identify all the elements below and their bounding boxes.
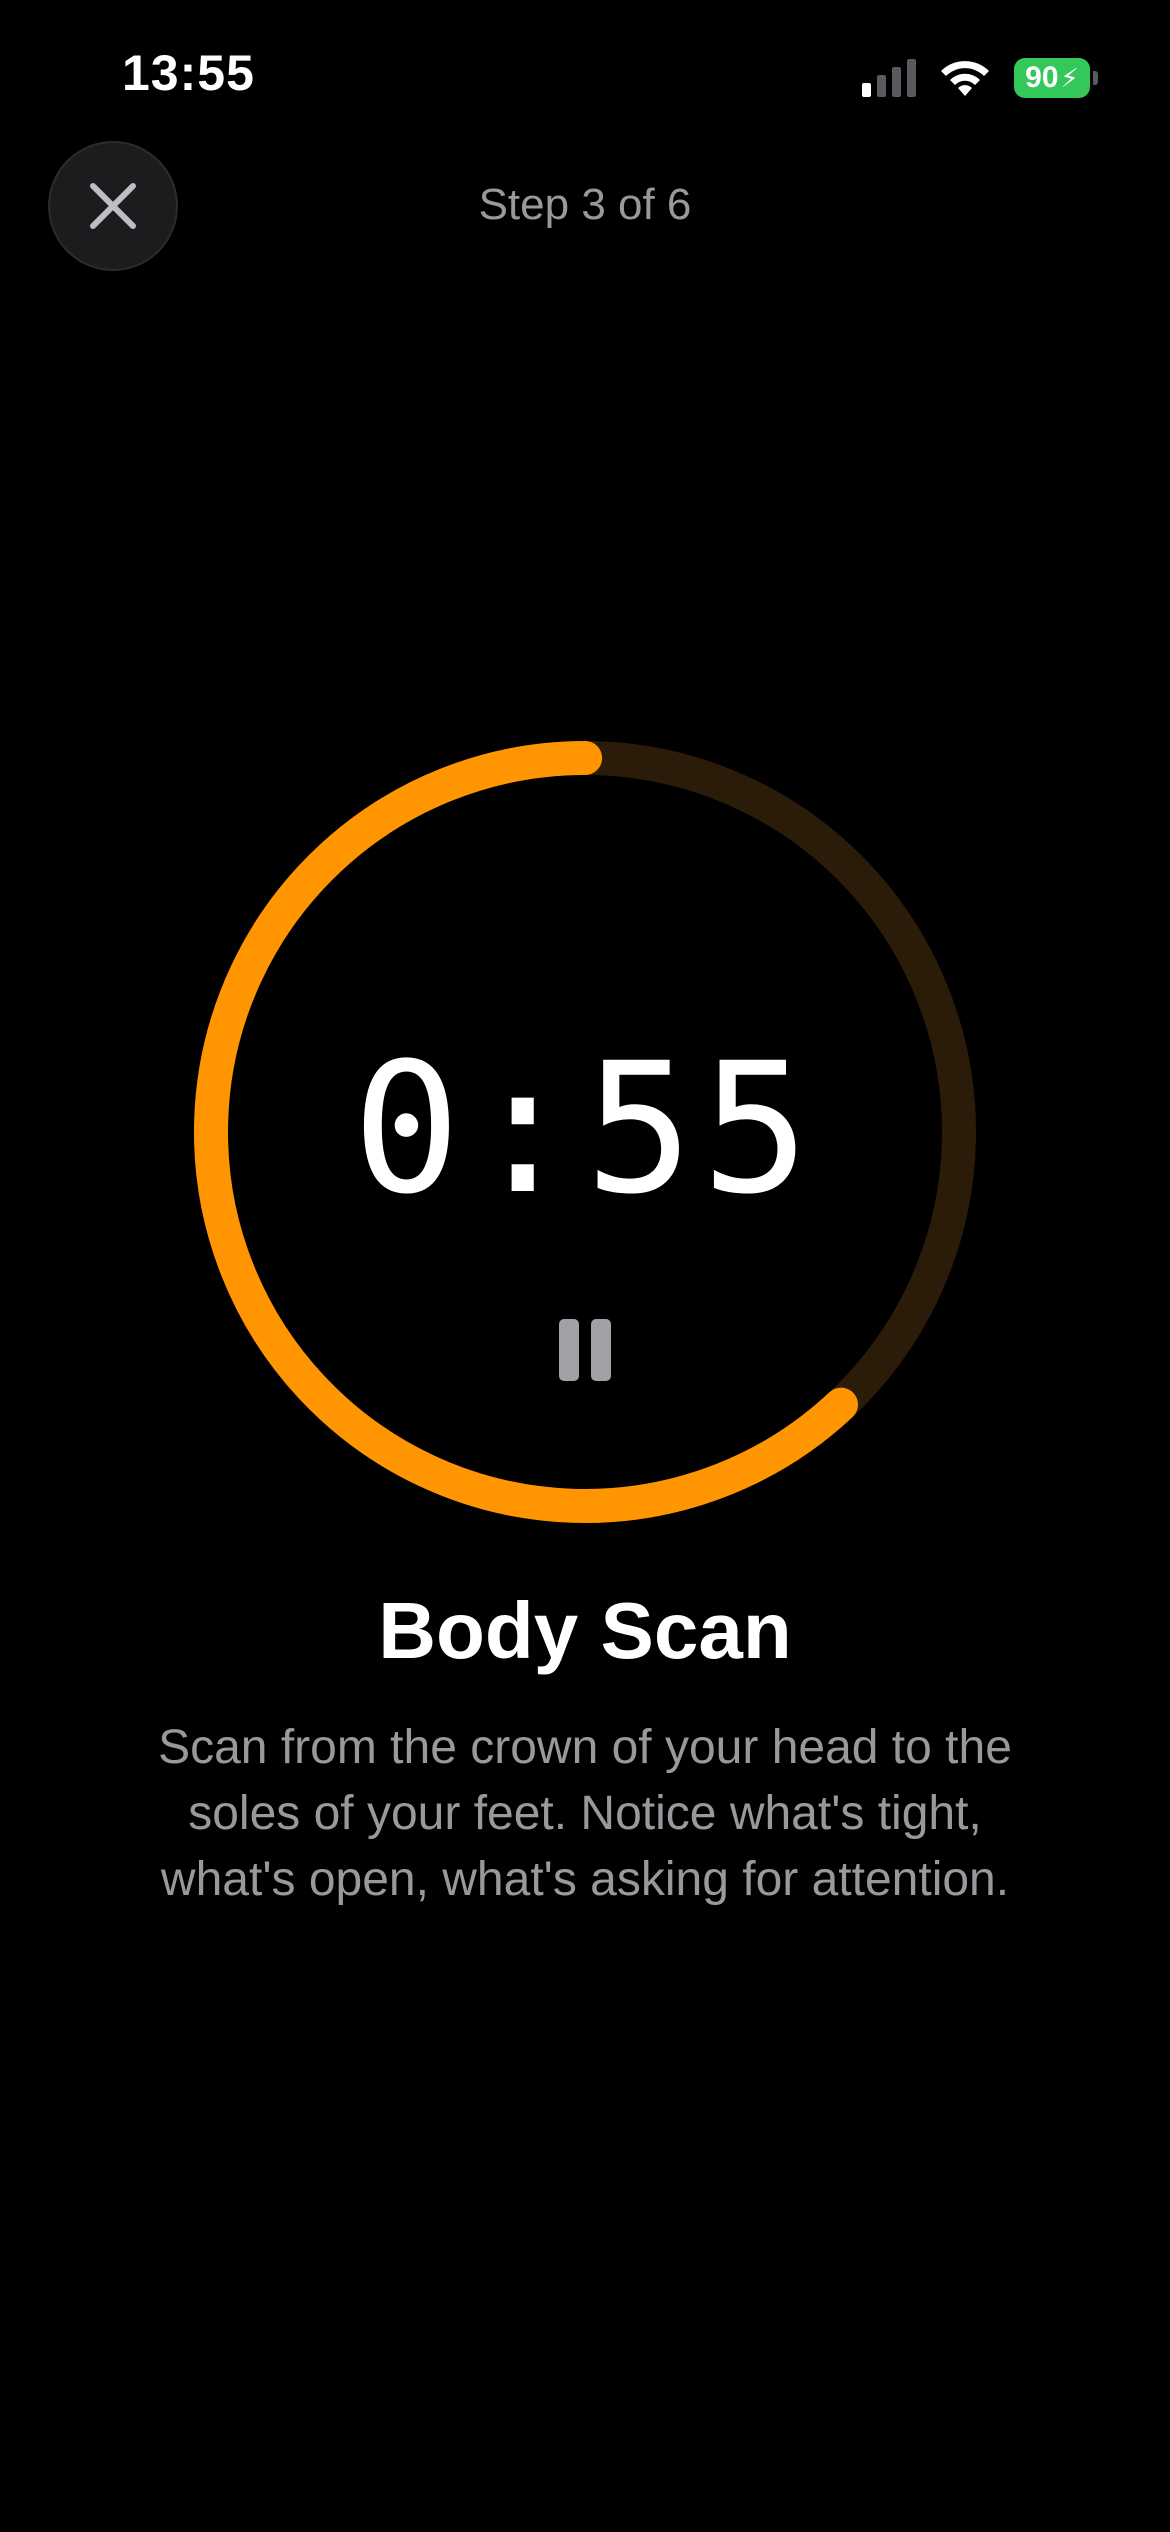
pause-icon xyxy=(553,1319,617,1381)
timer-progress-ring xyxy=(193,741,976,1523)
exercise-title: Body Scan xyxy=(378,1586,792,1675)
timer-display: 0:55 xyxy=(352,1025,818,1234)
exercise-description: Scan from the crown of your head to the … xyxy=(158,1721,1012,1906)
pause-button[interactable] xyxy=(535,1300,635,1400)
